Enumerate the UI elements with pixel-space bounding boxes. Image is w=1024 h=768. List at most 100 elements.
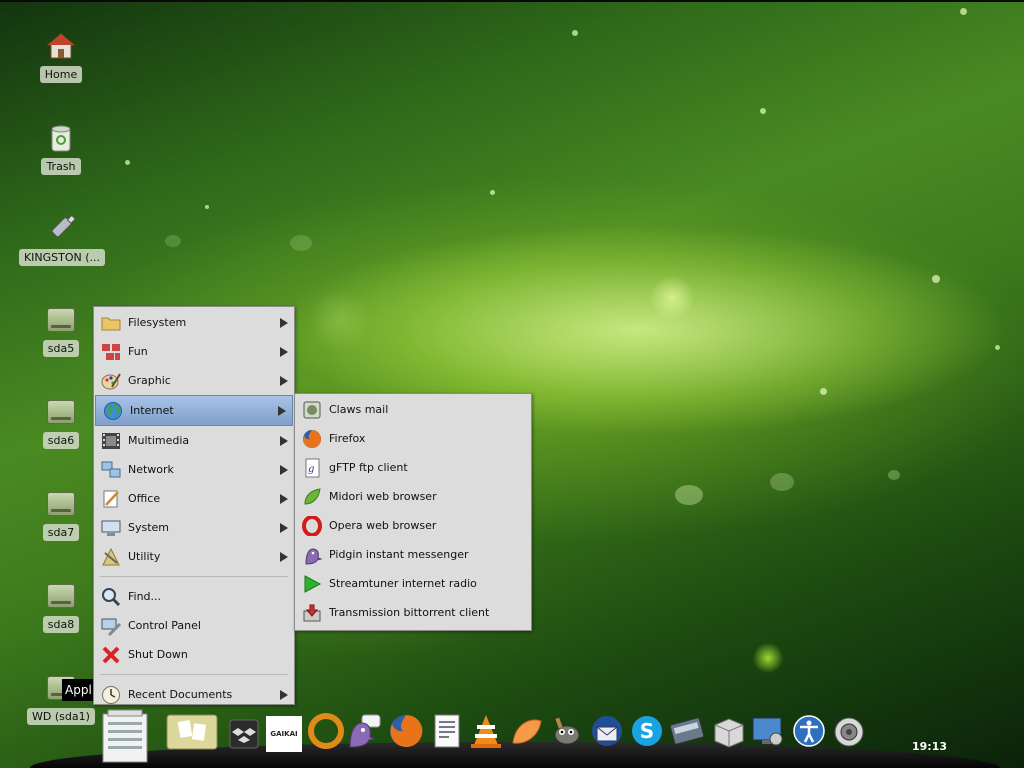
bokeh-dot xyxy=(995,345,1000,350)
desktop-icon-label: sda8 xyxy=(42,616,80,633)
submenu-item-midori[interactable]: Midori web browser xyxy=(295,482,531,511)
desktop-icon-label: Trash xyxy=(41,158,81,175)
menu-item-graphic[interactable]: Graphic xyxy=(94,366,294,395)
application-menu: Filesystem Fun Graphic Internet Multimed… xyxy=(93,306,295,705)
bokeh-dot xyxy=(290,235,312,251)
thunderbird-icon[interactable] xyxy=(588,712,626,750)
menu-separator xyxy=(100,674,288,675)
home-icon xyxy=(45,30,77,62)
submenu-arrow-icon xyxy=(280,376,288,386)
fun-icon xyxy=(100,341,122,363)
skype-icon[interactable]: S xyxy=(628,712,666,750)
submenu-item-claws-mail[interactable]: Claws mail xyxy=(295,395,531,424)
desktop-icon-label: sda5 xyxy=(42,340,80,357)
menu-item-label: Office xyxy=(128,492,161,505)
document-icon[interactable] xyxy=(428,712,466,750)
menu-item-filesystem[interactable]: Filesystem xyxy=(94,308,294,337)
clock[interactable]: 19:13 xyxy=(912,740,947,753)
mail-icon xyxy=(301,399,323,421)
bokeh-dot xyxy=(820,388,827,395)
bokeh-dot xyxy=(165,235,181,247)
menu-item-label: Shut Down xyxy=(128,648,188,661)
dropbox-icon[interactable] xyxy=(228,718,260,750)
menu-item-label: Internet xyxy=(130,404,174,417)
accessibility-icon[interactable] xyxy=(790,712,828,750)
submenu-item-label: Transmission bittorrent client xyxy=(329,606,490,619)
menu-item-label: Fun xyxy=(128,345,148,358)
drive-icon xyxy=(45,580,77,612)
svg-text:S: S xyxy=(640,719,654,743)
menu-item-label: System xyxy=(128,521,170,534)
desktop-icon-sda5[interactable]: sda5 xyxy=(38,304,84,357)
ftp-icon: g xyxy=(301,457,323,479)
bokeh-dot xyxy=(760,108,766,114)
ring-app-icon[interactable] xyxy=(307,712,345,750)
desktop-icon-sda6[interactable]: sda6 xyxy=(38,396,84,449)
gimp-icon[interactable] xyxy=(548,712,586,750)
package-icon[interactable] xyxy=(710,712,748,750)
menu-item-control-panel[interactable]: Control Panel xyxy=(94,611,294,640)
drive-icon xyxy=(45,488,77,520)
menu-item-utility[interactable]: Utility xyxy=(94,542,294,571)
menu-item-label: Graphic xyxy=(128,374,171,387)
speaker-icon[interactable] xyxy=(830,712,868,750)
shutdown-icon xyxy=(100,644,122,666)
desktop-icon-label: sda6 xyxy=(42,432,80,449)
scanner-icon[interactable] xyxy=(668,712,706,750)
screen-top-edge xyxy=(0,0,1024,2)
desktop-icon-label: Home xyxy=(39,66,83,83)
desktop-icon-label: sda7 xyxy=(42,524,80,541)
submenu-item-label: Claws mail xyxy=(329,403,389,416)
submenu-item-label: Firefox xyxy=(329,432,366,445)
desktop-icon-sda7[interactable]: sda7 xyxy=(38,488,84,541)
utility-icon xyxy=(100,546,122,568)
desktop-icon-label: WD (sda1) xyxy=(27,708,95,725)
firefox-icon[interactable] xyxy=(387,712,425,750)
pidgin-icon[interactable] xyxy=(345,712,383,750)
vlc-icon[interactable] xyxy=(467,712,505,750)
bokeh-dot xyxy=(572,30,578,36)
submenu-item-transmission[interactable]: Transmission bittorrent client xyxy=(295,598,531,627)
submenu-item-firefox[interactable]: Firefox xyxy=(295,424,531,453)
submenu-arrow-icon xyxy=(280,690,288,700)
menu-item-find[interactable]: Find... xyxy=(94,582,294,611)
network-icon xyxy=(100,459,122,481)
app-menu-icon[interactable] xyxy=(100,708,150,764)
submenu-item-label: Midori web browser xyxy=(329,490,437,503)
desktop-icon-kingston[interactable]: KINGSTON (... xyxy=(14,213,110,266)
submenu-arrow-icon xyxy=(278,406,286,416)
opera-icon xyxy=(301,515,323,537)
desktop-settings-icon[interactable] xyxy=(749,712,787,750)
play-icon xyxy=(301,573,323,595)
submenu-item-streamtuner[interactable]: Streamtuner internet radio xyxy=(295,569,531,598)
submenu-item-pidgin[interactable]: Pidgin instant messenger xyxy=(295,540,531,569)
submenu-item-gftp[interactable]: g gFTP ftp client xyxy=(295,453,531,482)
menu-item-system[interactable]: System xyxy=(94,513,294,542)
submenu-item-opera[interactable]: Opera web browser xyxy=(295,511,531,540)
system-icon xyxy=(100,517,122,539)
submenu-arrow-icon xyxy=(280,552,288,562)
gaikai-icon[interactable]: GAIKAI xyxy=(266,716,302,752)
submenu-item-label: Pidgin instant messenger xyxy=(329,548,469,561)
desktop-icon-trash[interactable]: Trash xyxy=(38,122,84,175)
menu-item-internet[interactable]: Internet xyxy=(95,395,293,426)
menu-item-label: Find... xyxy=(128,590,162,603)
menu-item-label: Control Panel xyxy=(128,619,201,632)
menu-item-multimedia[interactable]: Multimedia xyxy=(94,426,294,455)
menu-item-fun[interactable]: Fun xyxy=(94,337,294,366)
menu-item-shut-down[interactable]: Shut Down xyxy=(94,640,294,669)
firefox-icon xyxy=(301,428,323,450)
desktop-icon-sda8[interactable]: sda8 xyxy=(38,580,84,633)
graphic-icon xyxy=(100,370,122,392)
bokeh-dot xyxy=(770,473,794,491)
menu-item-label: Filesystem xyxy=(128,316,187,329)
notes-icon[interactable] xyxy=(164,712,220,752)
desktop-icon-home[interactable]: Home xyxy=(38,30,84,83)
orange-icon[interactable] xyxy=(508,712,546,750)
submenu-arrow-icon xyxy=(280,436,288,446)
menu-item-network[interactable]: Network xyxy=(94,455,294,484)
bokeh-dot xyxy=(490,190,495,195)
menu-item-recent-documents[interactable]: Recent Documents xyxy=(94,680,294,709)
bokeh-dot xyxy=(888,470,900,480)
menu-item-office[interactable]: Office xyxy=(94,484,294,513)
